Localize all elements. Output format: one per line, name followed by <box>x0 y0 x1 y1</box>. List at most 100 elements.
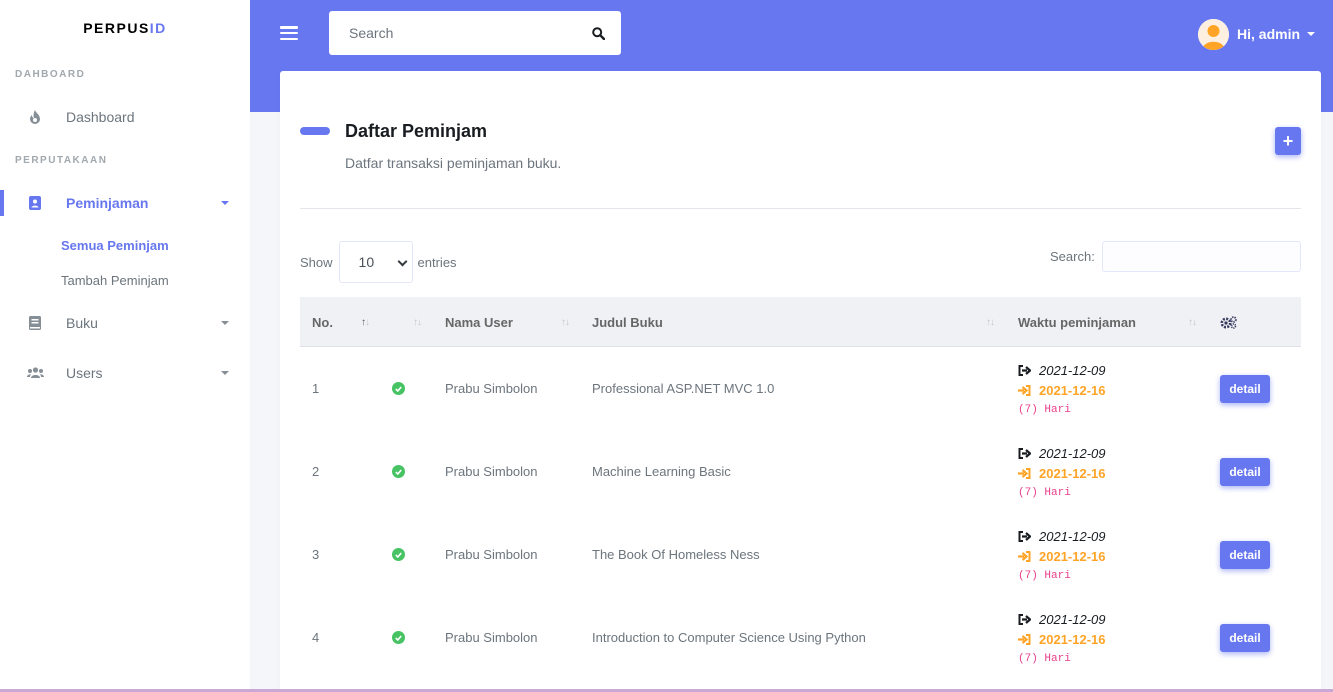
column-user[interactable]: Nama User <box>445 297 513 347</box>
row-no: 2 <box>312 464 320 479</box>
entries-control: Show 10 entries <box>300 241 457 283</box>
peminjam-table: No. ↑↓ ↑↓ Nama User ↑↓ Judul Buku ↑↓ Wak… <box>300 297 1301 679</box>
table-search-label: Search: <box>1050 249 1095 264</box>
sort-icon[interactable]: ↑↓ <box>986 317 995 328</box>
column-book[interactable]: Judul Buku <box>592 297 663 347</box>
row-dates: 2021-12-09 2021-12-16 (7) Hari <box>1018 360 1106 420</box>
sort-icon[interactable]: ↑↓ <box>361 317 370 328</box>
detail-button[interactable]: detail <box>1220 541 1270 569</box>
sidebar-item-label: Dashboard <box>66 109 135 125</box>
id-badge-icon <box>25 196 45 210</box>
column-time[interactable]: Waktu peminjaman <box>1018 297 1136 347</box>
check-circle-icon <box>392 465 405 478</box>
status-cell <box>392 430 405 513</box>
cogs-icon <box>1220 297 1237 347</box>
row-dates: 2021-12-09 2021-12-16 (7) Hari <box>1018 526 1106 586</box>
row-user: Prabu Simbolon <box>445 630 538 645</box>
peminjam-card: Daftar Peminjam Datfar transaksi peminja… <box>280 71 1321 692</box>
sort-icon[interactable]: ↑↓ <box>561 317 570 328</box>
borrow-date: 2021-12-09 <box>1039 611 1106 627</box>
check-circle-icon <box>392 382 405 395</box>
borrow-date: 2021-12-09 <box>1039 445 1106 461</box>
entries-value: 10 <box>358 254 375 270</box>
duration-days: (7) Hari <box>1018 404 1071 416</box>
row-user: Prabu Simbolon <box>445 464 538 479</box>
detail-button[interactable]: detail <box>1220 624 1270 652</box>
chevron-down-icon <box>1307 32 1316 36</box>
fire-icon <box>25 110 45 124</box>
status-cell <box>392 596 405 679</box>
return-date: 2021-12-16 <box>1039 631 1106 647</box>
table-row: 4 Prabu Simbolon Introduction to Compute… <box>300 596 1301 679</box>
divider <box>300 208 1301 209</box>
show-label: Show <box>300 254 333 270</box>
page-subtitle: Datfar transaksi peminjaman buku. <box>345 155 562 171</box>
sign-out-icon <box>1018 613 1032 625</box>
avatar <box>1198 18 1229 50</box>
sidebar-item-label: Users <box>66 365 103 381</box>
detail-button[interactable]: detail <box>1220 458 1270 486</box>
page-title: Daftar Peminjam <box>345 121 488 141</box>
status-cell <box>392 347 405 430</box>
sort-icon[interactable]: ↑↓ <box>413 317 422 328</box>
row-no: 3 <box>312 547 320 562</box>
hamburger-icon[interactable] <box>280 24 298 42</box>
borrow-date: 2021-12-09 <box>1039 528 1106 544</box>
sidebar-item-label: Peminjaman <box>66 195 149 211</box>
search-input[interactable] <box>329 11 575 55</box>
sidebar-item-dashboard[interactable]: Dashboard <box>0 92 250 142</box>
table-row: 2 Prabu Simbolon Machine Learning Basic … <box>300 430 1301 513</box>
brand-part-2: ID <box>149 20 167 36</box>
table-row: 1 Prabu Simbolon Professional ASP.NET MV… <box>300 347 1301 430</box>
borrow-date: 2021-12-09 <box>1039 362 1106 378</box>
menu-header-dashboard: DAHBOARD <box>15 68 86 80</box>
brand-logo[interactable]: PERPUS ID <box>0 0 250 56</box>
topbar-search <box>329 11 621 55</box>
chevron-down-icon <box>221 371 229 375</box>
row-book: Professional ASP.NET MVC 1.0 <box>592 381 775 396</box>
row-book: Machine Learning Basic <box>592 464 731 479</box>
chevron-down-icon <box>397 256 407 267</box>
sign-in-icon <box>1018 467 1032 479</box>
table-row: 3 Prabu Simbolon The Book Of Homeless Ne… <box>300 513 1301 596</box>
sidebar: PERPUS ID DAHBOARD Dashboard PERPUTAKAAN … <box>0 0 250 692</box>
column-no[interactable]: No. <box>312 297 333 347</box>
sidebar-item-peminjaman[interactable]: Peminjaman <box>0 178 250 228</box>
sidebar-item-buku[interactable]: Buku <box>0 298 250 348</box>
search-icon[interactable] <box>575 11 621 55</box>
user-greeting: Hi, admin <box>1237 26 1301 42</box>
sidebar-subitem-semua-peminjam[interactable]: Semua Peminjam <box>0 228 250 263</box>
row-book: The Book Of Homeless Ness <box>592 547 760 562</box>
user-menu[interactable]: Hi, admin <box>1198 18 1316 50</box>
table-search-input[interactable] <box>1101 241 1301 272</box>
return-date: 2021-12-16 <box>1039 382 1106 398</box>
users-icon <box>25 367 45 379</box>
table-search: Search: <box>1050 241 1301 272</box>
check-circle-icon <box>392 548 405 561</box>
row-user: Prabu Simbolon <box>445 547 538 562</box>
detail-button[interactable]: detail <box>1220 375 1270 403</box>
row-no: 1 <box>312 381 320 396</box>
sign-out-icon <box>1018 530 1032 542</box>
sort-icon[interactable]: ↑↓ <box>1188 317 1197 328</box>
duration-days: (7) Hari <box>1018 570 1071 582</box>
check-circle-icon <box>392 631 405 644</box>
row-book: Introduction to Computer Science Using P… <box>592 630 866 645</box>
sidebar-subitem-tambah-peminjam[interactable]: Tambah Peminjam <box>0 263 250 298</box>
duration-days: (7) Hari <box>1018 653 1071 665</box>
sidebar-item-label: Buku <box>66 315 98 331</box>
sign-in-icon <box>1018 550 1032 562</box>
entries-select[interactable]: 10 <box>338 241 413 283</box>
row-no: 4 <box>312 630 320 645</box>
sign-in-icon <box>1018 384 1032 396</box>
duration-days: (7) Hari <box>1018 487 1071 499</box>
row-dates: 2021-12-09 2021-12-16 (7) Hari <box>1018 443 1106 503</box>
sidebar-item-users[interactable]: Users <box>0 348 250 398</box>
chevron-down-icon <box>221 201 229 205</box>
add-peminjam-button[interactable]: + <box>1275 127 1301 155</box>
return-date: 2021-12-16 <box>1039 465 1106 481</box>
sign-in-icon <box>1018 633 1032 645</box>
book-icon <box>25 316 45 330</box>
chevron-down-icon <box>221 321 229 325</box>
brand-part-1: PERPUS <box>83 20 150 36</box>
